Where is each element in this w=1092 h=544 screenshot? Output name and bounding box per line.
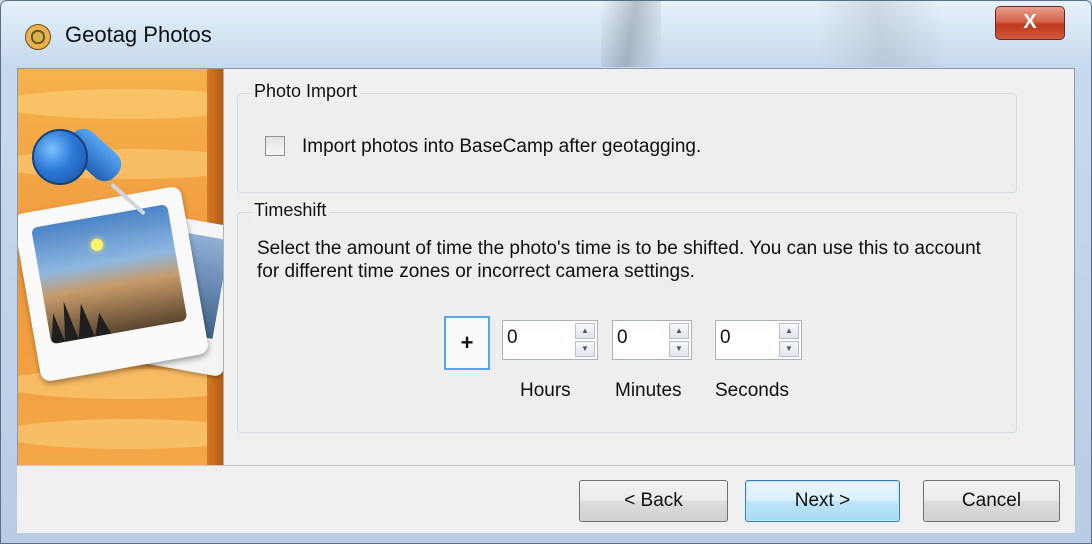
minutes-down-icon[interactable]: ▼ xyxy=(669,341,689,357)
dialog-client-area: Photo Import Import photos into BaseCamp… xyxy=(17,68,1075,533)
import-photos-checkbox[interactable] xyxy=(265,136,285,156)
wave-decoration xyxy=(18,89,223,119)
timeshift-label: Timeshift xyxy=(251,200,330,221)
minutes-value[interactable]: 0 xyxy=(617,327,628,349)
photo-import-label: Photo Import xyxy=(251,81,361,102)
next-button[interactable]: Next > xyxy=(745,480,900,522)
seconds-value[interactable]: 0 xyxy=(720,327,731,349)
back-button[interactable]: < Back xyxy=(579,480,728,522)
title-bar-reflection xyxy=(601,1,661,67)
hours-down-icon[interactable]: ▼ xyxy=(575,341,595,357)
seconds-spinbox[interactable]: 0 ▲ ▼ xyxy=(715,320,802,360)
geotag-app-icon xyxy=(25,24,51,50)
window-title: Geotag Photos xyxy=(65,22,212,47)
import-photos-checkbox-label[interactable]: Import photos into BaseCamp after geotag… xyxy=(302,136,701,158)
pushpin-head-icon xyxy=(32,129,88,185)
minutes-label: Minutes xyxy=(615,380,682,401)
wave-decoration xyxy=(18,419,223,449)
hours-value[interactable]: 0 xyxy=(507,327,518,349)
hours-up-icon[interactable]: ▲ xyxy=(575,323,595,339)
title-bar-reflection xyxy=(821,1,941,67)
cancel-button[interactable]: Cancel xyxy=(923,480,1060,522)
minutes-up-icon[interactable]: ▲ xyxy=(669,323,689,339)
hours-spinbox[interactable]: 0 ▲ ▼ xyxy=(502,320,598,360)
geotag-photos-dialog: Geotag Photos X Photo Import Import phot… xyxy=(0,0,1092,544)
title-bar[interactable]: Geotag Photos X xyxy=(1,1,1091,67)
geotag-wizard-illustration xyxy=(18,69,224,467)
photo-front-icon xyxy=(18,185,210,383)
timeshift-description: Select the amount of time the photo's ti… xyxy=(257,238,981,282)
hours-label: Hours xyxy=(520,380,571,401)
seconds-up-icon[interactable]: ▲ xyxy=(779,323,799,339)
close-button[interactable]: X xyxy=(995,6,1065,40)
seconds-down-icon[interactable]: ▼ xyxy=(779,341,799,357)
seconds-label: Seconds xyxy=(715,380,789,401)
minutes-spinbox[interactable]: 0 ▲ ▼ xyxy=(612,320,692,360)
timeshift-sign-button[interactable]: + xyxy=(444,316,490,370)
wizard-button-bar: < Back Next > Cancel xyxy=(17,465,1075,533)
